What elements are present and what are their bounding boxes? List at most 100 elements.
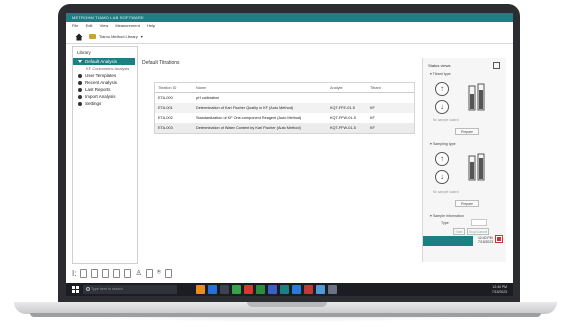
menu-edit[interactable]: Edit <box>86 23 93 28</box>
library-item-label: Settings <box>85 101 102 106</box>
cell-analyte: KQT-FFE-01-5 <box>327 103 367 113</box>
stop-icon[interactable] <box>495 235 503 243</box>
breadcrumb[interactable]: Tiamo Method Library ▾ <box>89 32 143 41</box>
cell-name: Determination of Karl Fischer Quality in… <box>193 103 327 113</box>
arrow-up-icon[interactable]: ↑ <box>435 152 449 166</box>
library-item-recent-analysis[interactable]: Recent Analysis <box>73 79 137 86</box>
bullet-icon <box>78 94 82 99</box>
column-header-analyte[interactable]: Analyte <box>327 83 367 93</box>
os-taskbar: Type here to search 12:40 PM 7/15/2023 <box>66 283 513 296</box>
status-panel-title: Status views <box>428 63 451 68</box>
menu-help[interactable]: Help <box>147 23 155 28</box>
app-excel-icon[interactable] <box>256 285 265 294</box>
app-window-icon[interactable] <box>220 285 229 294</box>
taskbar-search-input[interactable]: Type here to search <box>83 285 177 294</box>
taskbar-apps <box>196 285 337 294</box>
column-header-name[interactable]: Name <box>193 83 327 93</box>
status-panel: Status views Titrant type ↑ ↓ No sample … <box>422 58 506 262</box>
app-chrome-icon[interactable] <box>232 285 241 294</box>
titrations-table: Titration ID Name Analyte Titrant ETA-00… <box>155 83 414 133</box>
arrow-down-icon[interactable]: ↓ <box>435 100 449 114</box>
chart-icon[interactable] <box>124 268 132 278</box>
library-item-label: Last Reports <box>85 87 111 92</box>
lock-icon[interactable]: ⍟ <box>157 269 161 277</box>
search-icon <box>86 287 90 291</box>
section-sampling-type[interactable]: Sampling type <box>430 142 456 146</box>
table-row[interactable]: ETA-003 Determination of Water Content b… <box>155 123 414 133</box>
laptop-base-edge <box>30 313 541 317</box>
column-header-id[interactable]: Titration ID <box>155 83 193 93</box>
cell-analyte: KQT-FFW-01-5 <box>327 123 367 133</box>
app-media-icon[interactable] <box>244 285 253 294</box>
expand-icon <box>78 60 82 63</box>
status-accent-bar <box>423 236 473 246</box>
app-photos-icon[interactable] <box>316 285 325 294</box>
app-office-icon[interactable] <box>304 285 313 294</box>
panel-clock-date: 7/15/2023 <box>478 240 494 244</box>
page-title: Default Titrations <box>142 60 180 66</box>
library-item-kf-analysis[interactable]: KF Coulometric Analysis <box>73 65 137 72</box>
column-header-titrant[interactable]: Titrant <box>367 83 414 93</box>
section-sample-information[interactable]: Sample information <box>430 214 464 218</box>
panel-clock: 12:40 PM 7/15/2023 <box>478 236 493 244</box>
menu-file[interactable]: File <box>72 23 78 28</box>
cell-id: ETA-001 <box>155 103 193 113</box>
arrow-down-icon[interactable]: ↓ <box>435 170 449 184</box>
burette-icon <box>468 153 485 181</box>
windows-start-icon[interactable] <box>72 286 79 293</box>
table-row[interactable]: ETA-001 Determination of Karl Fischer Qu… <box>155 103 414 113</box>
cell-id: ETA-003 <box>155 123 193 133</box>
library-item-import-analysis[interactable]: Import Analysis <box>73 93 137 100</box>
menu-bar: File Edit View Measurement Help <box>66 22 513 30</box>
app-settings-icon[interactable] <box>328 285 337 294</box>
cell-analyte: KQT-FFW-01-5 <box>330 116 356 120</box>
main-panel: Default Titrations Titration ID Name Ana… <box>142 60 419 263</box>
clipboard-icon[interactable] <box>145 268 153 278</box>
stop-button[interactable]: Stop/Cancel <box>467 228 489 235</box>
table-row[interactable]: ETA-000 pH calibration <box>155 93 414 104</box>
library-panel: Library Default Analysis KF Coulometric … <box>72 46 138 264</box>
pin-icon[interactable] <box>493 62 500 69</box>
app-store-icon[interactable] <box>208 285 217 294</box>
navigation-bar: Tiamo Method Library ▾ <box>66 30 513 44</box>
sampling-status-text: No sample loaded <box>433 190 459 194</box>
grid-icon[interactable] <box>113 268 121 278</box>
arrow-up-icon[interactable]: ↑ <box>435 82 449 96</box>
library-item-settings[interactable]: Settings <box>73 100 137 107</box>
cell-titrant <box>367 93 414 104</box>
section-titrant-type[interactable]: Titrant type <box>430 72 451 76</box>
app-explorer-icon[interactable] <box>196 285 205 294</box>
system-tray-clock[interactable]: 12:40 PM 7/15/2023 <box>492 285 507 294</box>
laptop-screen: METROHM TIAMO LAB SOFTWARE File Edit Vie… <box>66 13 513 296</box>
app-word-icon[interactable] <box>268 285 277 294</box>
table-row[interactable]: ETA-002 Standardization of KF One-compon… <box>155 113 414 123</box>
library-title: Library <box>77 50 91 55</box>
cell-titrant: KF <box>370 116 375 120</box>
document-icon[interactable] <box>80 268 88 278</box>
breadcrumb-label: Tiamo Method Library <box>99 34 138 39</box>
app-tiamo-icon[interactable] <box>280 285 289 294</box>
table-header-row: Titration ID Name Analyte Titrant <box>155 83 414 93</box>
library-item-last-reports[interactable]: Last Reports <box>73 86 137 93</box>
cell-name: pH calibration <box>196 96 220 100</box>
start-button[interactable]: Start <box>453 228 465 235</box>
export-icon[interactable] <box>164 268 172 278</box>
titrant-status-text: No sample loaded <box>433 118 459 122</box>
home-icon[interactable] <box>75 33 83 41</box>
report-icon[interactable] <box>91 268 99 278</box>
app-mail-icon[interactable] <box>292 285 301 294</box>
bullet-icon <box>78 101 82 106</box>
prepare-button-1[interactable]: Prepare <box>455 128 479 135</box>
library-item-user-templates[interactable]: User Templates <box>73 72 137 79</box>
cursor-icon[interactable]: I: <box>72 269 76 278</box>
menu-measurement[interactable]: Measurement <box>115 23 139 28</box>
bottom-toolbar: I: ♙ ⍟ <box>72 267 202 279</box>
table-icon[interactable] <box>102 268 110 278</box>
user-icon[interactable]: ♙ <box>135 269 141 277</box>
sample-type-input[interactable] <box>471 219 487 226</box>
library-item-default-analysis[interactable]: Default Analysis <box>73 58 135 65</box>
library-item-label: Import Analysis <box>85 94 116 99</box>
library-item-label: Default Analysis <box>85 59 118 64</box>
menu-view[interactable]: View <box>100 23 109 28</box>
prepare-button-2[interactable]: Prepare <box>455 200 479 207</box>
